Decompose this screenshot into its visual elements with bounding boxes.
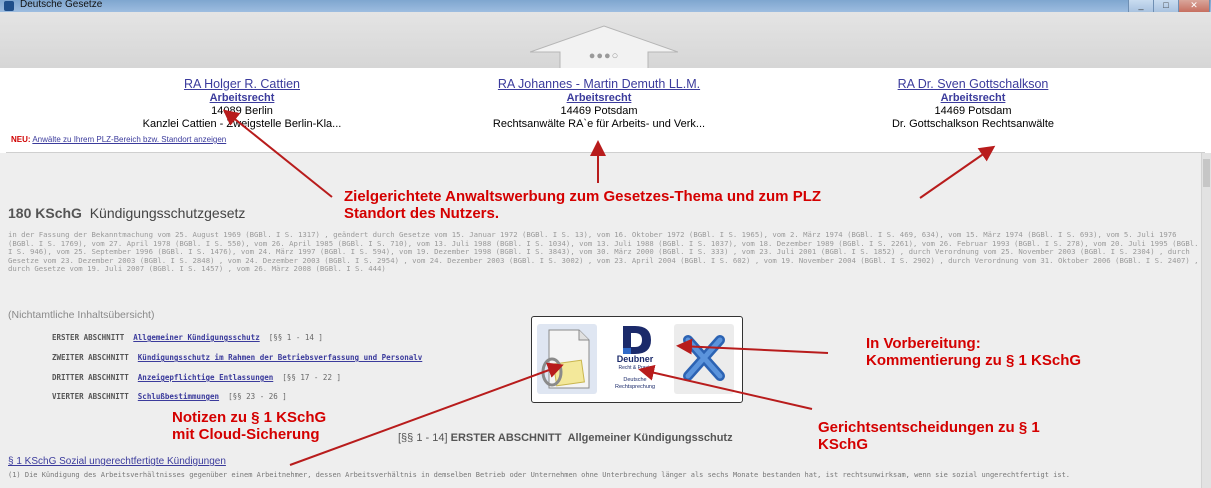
arrow-to-ad-3 xyxy=(919,145,996,199)
annotation-arrows xyxy=(222,109,996,466)
arrow-to-ad-1 xyxy=(222,109,333,198)
arrow-to-court-decisions xyxy=(638,364,813,410)
arrow-to-commentary xyxy=(676,338,829,355)
arrow-to-notes xyxy=(289,362,564,466)
